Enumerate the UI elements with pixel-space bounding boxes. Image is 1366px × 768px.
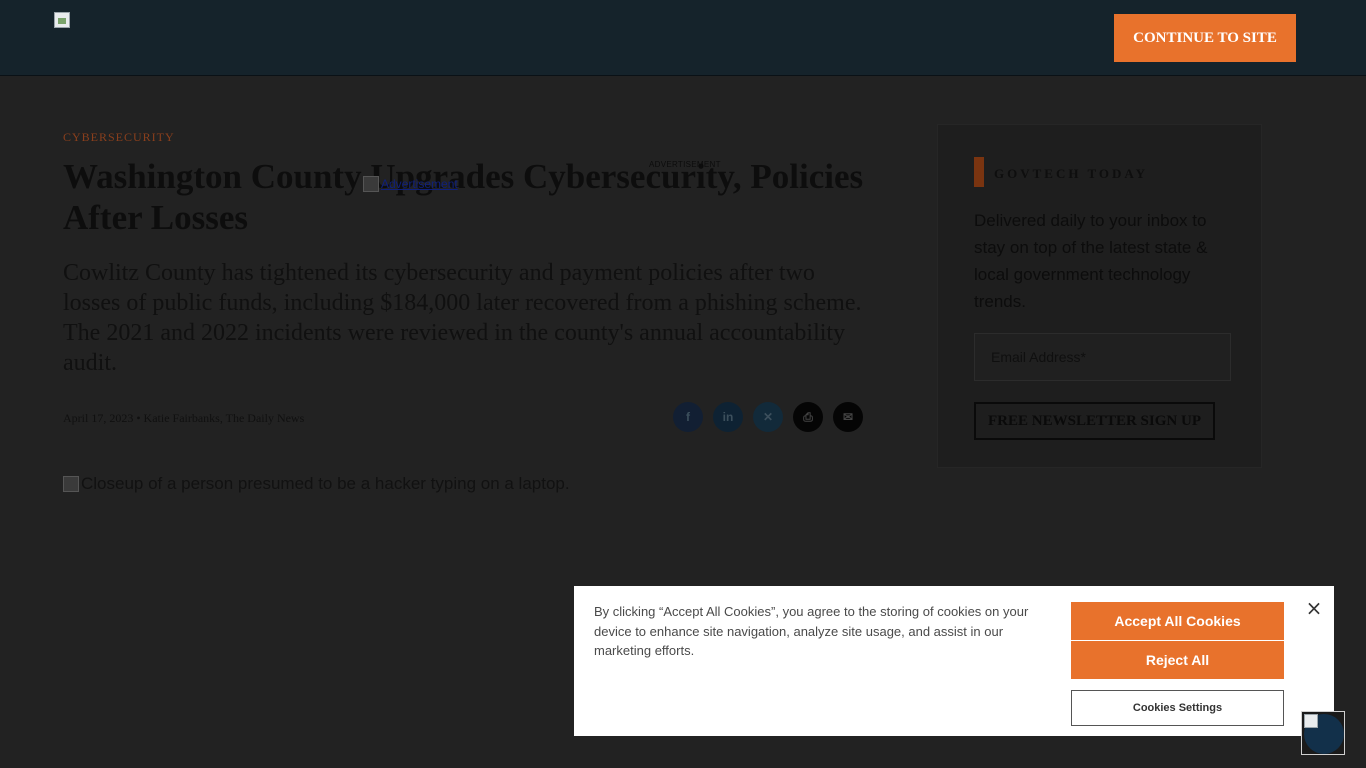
facebook-icon: f <box>686 410 690 424</box>
article-dek: Cowlitz County has tightened its cyberse… <box>63 260 862 376</box>
cookies-settings-button[interactable]: Cookies Settings <box>1071 690 1284 726</box>
x-icon: ✕ <box>762 410 774 424</box>
site-header: CONTINUE TO SITE <box>0 0 1366 76</box>
newsletter-description: Delivered daily to your inbox to stay on… <box>974 211 1208 311</box>
continue-to-site-button[interactable]: CONTINUE TO SITE <box>1114 14 1296 62</box>
x-share-button[interactable]: ✕ <box>753 402 783 432</box>
accept-all-cookies-button[interactable]: Accept All Cookies <box>1071 602 1284 640</box>
reject-all-button[interactable]: Reject All <box>1071 641 1284 679</box>
email-icon: ✉ <box>842 410 854 424</box>
broken-image-icon <box>363 176 379 192</box>
close-icon[interactable]: × <box>1304 596 1324 620</box>
article-byline: April 17, 2023 • Katie Fairbanks, The Da… <box>63 411 305 425</box>
linkedin-icon: in <box>722 410 734 424</box>
print-icon: ⎙ <box>803 409 813 424</box>
advertisement-link[interactable]: Advertisement <box>363 176 458 192</box>
article-category[interactable]: CYBERSECURITY <box>63 130 175 145</box>
chat-widget-button[interactable] <box>1301 711 1345 755</box>
hero-image-alt: Closeup of a person presumed to be a hac… <box>81 474 570 493</box>
newsletter-signup-button[interactable]: FREE NEWSLETTER SIGN UP <box>974 402 1215 440</box>
hero-image: Closeup of a person presumed to be a hac… <box>63 474 570 494</box>
facebook-share-button[interactable]: f <box>673 402 703 432</box>
site-logo[interactable] <box>54 12 70 28</box>
broken-image-icon <box>1304 714 1318 728</box>
cookie-text: By clicking “Accept All Cookies”, you ag… <box>594 604 1029 658</box>
cookie-banner: By clicking “Accept All Cookies”, you ag… <box>574 586 1334 736</box>
article-headline: Washington County Upgrades Cybersecurity… <box>63 157 864 237</box>
ad-label: ADVERTISEMENT <box>649 160 721 169</box>
broken-image-icon <box>63 476 79 492</box>
email-share-button[interactable]: ✉ <box>833 402 863 432</box>
newsletter-title: GOVTECH TODAY <box>994 166 1148 181</box>
advertisement-alt: Advertisement <box>381 177 458 191</box>
accent-bar <box>974 157 984 187</box>
linkedin-share-button[interactable]: in <box>713 402 743 432</box>
email-field[interactable] <box>974 333 1231 381</box>
print-button[interactable]: ⎙ <box>793 402 823 432</box>
